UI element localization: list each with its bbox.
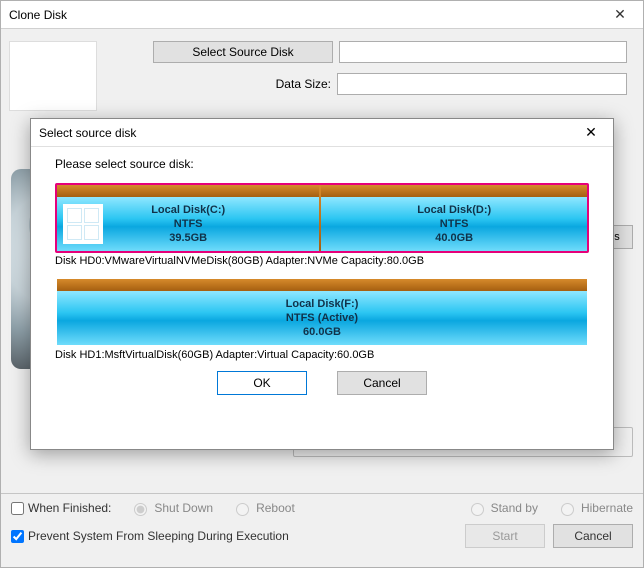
- when-finished-checkbox[interactable]: When Finished:: [11, 501, 111, 515]
- dialog-prompt: Please select source disk:: [55, 157, 589, 171]
- data-size-label: Data Size:: [153, 77, 331, 91]
- dialog-cancel-button[interactable]: Cancel: [337, 371, 427, 395]
- disk0-info: Disk HD0:VMwareVirtualNVMeDisk(80GB) Ada…: [55, 255, 589, 267]
- source-disk-thumbnail: [9, 41, 97, 111]
- dialog-ok-button[interactable]: OK: [217, 371, 307, 395]
- hibernate-radio[interactable]: Hibernate: [556, 500, 633, 516]
- source-disk-path-input[interactable]: [339, 41, 627, 63]
- cancel-button[interactable]: Cancel: [553, 524, 633, 548]
- disk1-row[interactable]: Local Disk(F:) NTFS (Active) 60.0GB: [55, 277, 589, 347]
- prevent-sleep-checkbox[interactable]: Prevent System From Sleeping During Exec…: [11, 529, 289, 543]
- disk0-row[interactable]: Local Disk(C:) NTFS 39.5GB Local Disk(D:…: [55, 183, 589, 253]
- partition-c: Local Disk(C:) NTFS 39.5GB: [151, 203, 225, 246]
- reboot-radio[interactable]: Reboot: [231, 500, 295, 516]
- start-button[interactable]: Start: [465, 524, 545, 548]
- partition-d: Local Disk(D:) NTFS 40.0GB: [417, 203, 491, 246]
- bottom-bar: When Finished: Shut Down Reboot Stand by…: [1, 493, 643, 567]
- window-title: Clone Disk: [9, 8, 599, 22]
- shutdown-radio[interactable]: Shut Down: [129, 500, 213, 516]
- partition-f: Local Disk(F:) NTFS (Active) 60.0GB: [286, 297, 359, 340]
- titlebar: Clone Disk ✕: [1, 1, 643, 29]
- dialog-title: Select source disk: [39, 126, 136, 140]
- disk1-info: Disk HD1:MsftVirtualDisk(60GB) Adapter:V…: [55, 349, 589, 361]
- select-source-disk-button[interactable]: Select Source Disk: [153, 41, 333, 63]
- data-size-input[interactable]: [337, 73, 627, 95]
- select-source-disk-dialog: Select source disk ✕ Please select sourc…: [30, 118, 614, 450]
- windows-logo-icon: [63, 204, 103, 244]
- standby-radio[interactable]: Stand by: [466, 500, 538, 516]
- dialog-close-icon[interactable]: ✕: [571, 120, 611, 146]
- close-icon[interactable]: ✕: [599, 2, 641, 28]
- dialog-titlebar: Select source disk ✕: [31, 119, 613, 147]
